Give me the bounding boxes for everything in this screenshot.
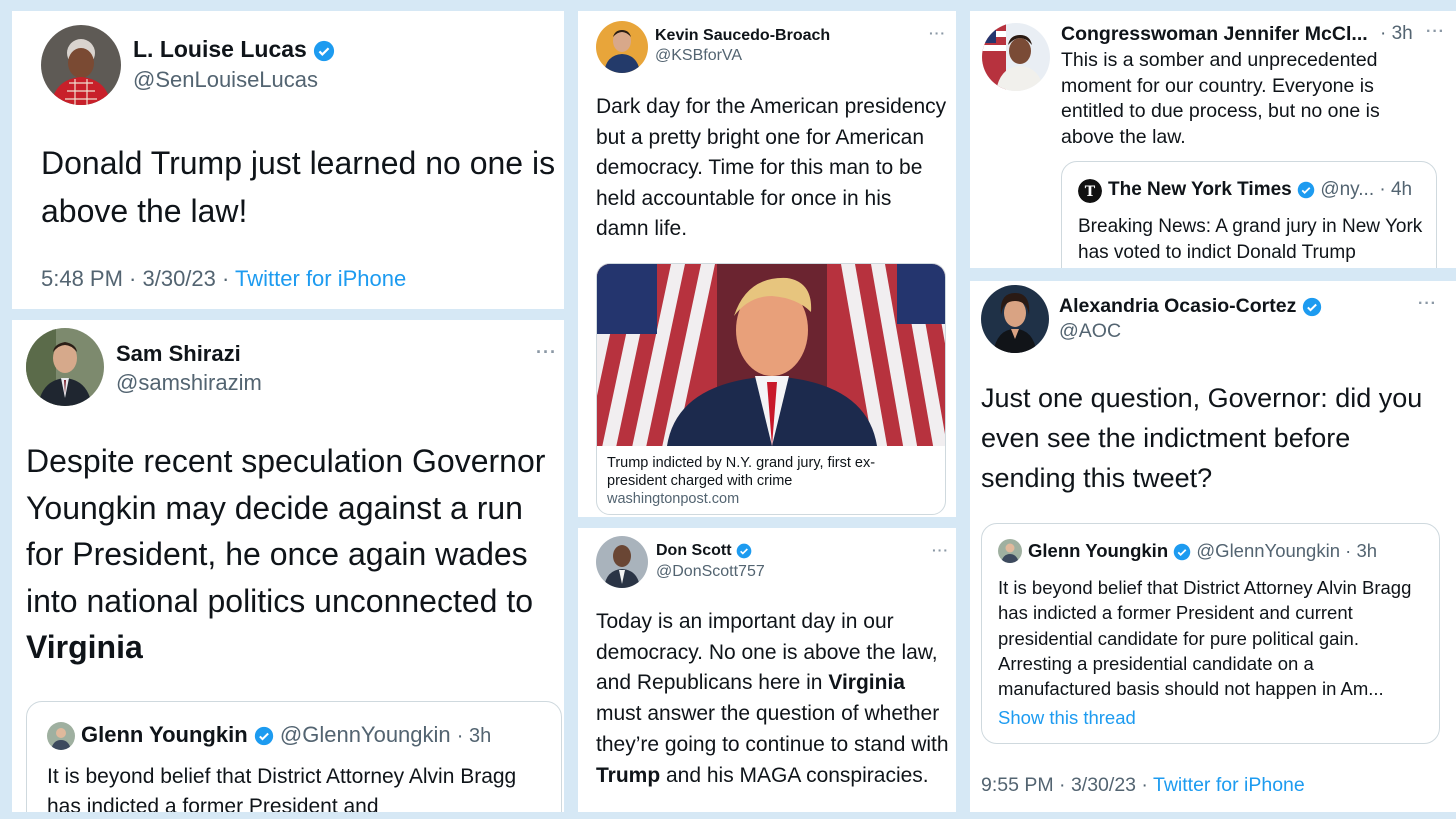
quote-age: · 3h xyxy=(1345,540,1378,561)
author-name[interactable]: L. Louise Lucas xyxy=(133,36,335,63)
author-handle[interactable]: @samshirazim xyxy=(116,370,262,396)
tweet-card-shirazi[interactable]: Sam Shirazi @samshirazim ··· Despite rec… xyxy=(12,320,564,812)
author-name[interactable]: Alexandria Ocasio-Cortez xyxy=(1059,295,1322,318)
timestamp-text[interactable]: 9:55 PM · 3/30/23 · xyxy=(981,774,1153,796)
more-options-button[interactable]: ··· xyxy=(1426,23,1445,41)
author-handle[interactable]: @AOC xyxy=(1059,320,1121,343)
quote-author: The New York Times @ny... · 4h xyxy=(1108,179,1412,201)
more-options-button[interactable]: ··· xyxy=(932,542,949,558)
avatar[interactable] xyxy=(981,285,1049,353)
quote-handle: @GlennYoungkin xyxy=(279,722,451,747)
tweet-text: Today is an important day in our democra… xyxy=(596,607,952,791)
avatar-aoc-image xyxy=(981,285,1049,353)
avatar[interactable] xyxy=(26,328,104,406)
avatar-scott-image xyxy=(596,536,648,588)
tweet-text-part-3: and his MAGA conspiracies. xyxy=(660,763,929,787)
link-card-image xyxy=(597,264,945,446)
avatar[interactable] xyxy=(596,21,648,73)
source-link[interactable]: Twitter for iPhone xyxy=(1153,774,1305,796)
quote-author-name: Glenn Youngkin xyxy=(81,722,248,747)
author-name-text[interactable]: Alexandria Ocasio-Cortez xyxy=(1059,295,1296,317)
avatar[interactable] xyxy=(596,536,648,588)
quote-author-name: Glenn Youngkin xyxy=(1028,540,1169,561)
avatar-saucedo-image xyxy=(596,21,648,73)
verified-badge-icon xyxy=(1174,543,1191,561)
verified-badge-icon xyxy=(1297,181,1315,199)
more-options-button[interactable]: ··· xyxy=(536,342,557,363)
avatar-lucas-image xyxy=(41,25,121,105)
tweet-card-aoc[interactable]: Alexandria Ocasio-Cortez @AOC ··· Just o… xyxy=(970,281,1456,812)
nyt-logo-icon: T xyxy=(1078,179,1102,203)
tweet-card-saucedo[interactable]: Kevin Saucedo-Broach @KSBforVA ··· Dark … xyxy=(578,11,956,517)
quote-text: It is beyond belief that District Attorn… xyxy=(998,577,1412,700)
author-handle[interactable]: @DonScott757 xyxy=(656,563,765,581)
tweet-card-lucas[interactable]: L. Louise Lucas @SenLouiseLucas Donald T… xyxy=(12,11,564,309)
verified-badge-icon xyxy=(1302,297,1321,317)
author-name[interactable]: Don Scott xyxy=(656,542,752,560)
quote-age: · 4h xyxy=(1379,179,1413,200)
tweet-timestamp: 9:55 PM · 3/30/23 · Twitter for iPhone xyxy=(981,774,1305,797)
link-card-domain: washingtonpost.com xyxy=(607,491,740,507)
tweet-card-mcclellan[interactable]: Congresswoman Jennifer McCl... · 3h ··· … xyxy=(970,11,1456,268)
tweet-text-bold-2: Trump xyxy=(596,763,661,787)
tweet-text: Despite recent speculation Governor Youn… xyxy=(26,438,560,671)
verified-badge-icon xyxy=(254,727,273,746)
quote-text: Breaking News: A grand jury in New York … xyxy=(1078,216,1423,263)
link-card[interactable]: Trump indicted by N.Y. grand jury, first… xyxy=(596,263,946,515)
avatar[interactable] xyxy=(41,25,121,105)
tweet-text: Donald Trump just learned no one is abov… xyxy=(41,145,556,229)
quote-author: Glenn Youngkin @GlennYoungkin · 3h xyxy=(1028,540,1377,562)
avatar-mcclellan-image xyxy=(982,23,1050,91)
more-options-button[interactable]: ··· xyxy=(929,25,946,41)
show-thread-link[interactable]: Show this thread xyxy=(998,707,1136,729)
timestamp-text[interactable]: 5:48 PM · 3/30/23 · xyxy=(41,266,235,291)
tweet-text-bold-1: Virginia xyxy=(828,671,905,695)
avatar-shirazi-image xyxy=(26,328,104,406)
quote-author: Glenn Youngkin @GlennYoungkin · 3h xyxy=(81,722,491,748)
avatar-youngkin-image xyxy=(998,539,1022,563)
author-handle[interactable]: @KSBforVA xyxy=(655,47,742,65)
quote-age: · 3h xyxy=(456,725,492,747)
quote-handle: @GlennYoungkin xyxy=(1196,540,1340,561)
quote-avatar: T xyxy=(1078,179,1102,203)
tweet-text-part-2: must answer the question of whether they… xyxy=(596,702,949,756)
quote-avatar xyxy=(998,539,1022,563)
tweet-text-bold: Virginia xyxy=(26,629,143,665)
link-card-title: Trump indicted by N.Y. grand jury, first… xyxy=(607,455,876,489)
verified-badge-icon xyxy=(314,40,335,62)
author-handle[interactable]: @SenLouiseLucas xyxy=(133,67,318,93)
quoted-tweet[interactable]: Glenn Youngkin @GlennYoungkin · 3h It is… xyxy=(981,523,1440,744)
tweet-card-scott[interactable]: Don Scott @DonScott757 ··· Today is an i… xyxy=(578,528,956,812)
tweet-timestamp: 5:48 PM · 3/30/23 · Twitter for iPhone xyxy=(41,266,406,292)
author-name-text[interactable]: L. Louise Lucas xyxy=(133,36,307,62)
quote-text: It is beyond belief that District Attorn… xyxy=(47,765,517,812)
tweet-text: This is a somber and unprecedented momen… xyxy=(1061,49,1380,149)
tweet-text-main: Despite recent speculation Governor Youn… xyxy=(26,443,546,619)
svg-text:T: T xyxy=(1085,184,1096,200)
avatar-youngkin-image xyxy=(47,722,75,750)
quoted-tweet[interactable]: T The New York Times @ny... · 4h Breakin… xyxy=(1061,161,1437,268)
quote-handle: @ny... xyxy=(1320,179,1375,200)
quote-author-name: The New York Times xyxy=(1108,179,1292,200)
verified-badge-icon xyxy=(736,543,752,559)
quote-avatar xyxy=(47,722,75,750)
author-name[interactable]: Kevin Saucedo-Broach xyxy=(655,27,830,45)
tweet-text: Just one question, Governor: did you eve… xyxy=(981,383,1423,493)
author-name[interactable]: Sam Shirazi xyxy=(116,341,241,367)
author-name[interactable]: Congresswoman Jennifer McCl... xyxy=(1061,23,1371,46)
quoted-tweet[interactable]: Glenn Youngkin @GlennYoungkin · 3h It is… xyxy=(26,701,562,812)
tweet-age: · 3h xyxy=(1380,23,1413,44)
tweet-text: Dark day for the American presidency but… xyxy=(596,95,947,240)
avatar[interactable] xyxy=(982,23,1050,91)
more-options-button[interactable]: ··· xyxy=(1418,295,1437,313)
source-link[interactable]: Twitter for iPhone xyxy=(235,266,406,291)
author-name-text[interactable]: Don Scott xyxy=(656,542,732,559)
